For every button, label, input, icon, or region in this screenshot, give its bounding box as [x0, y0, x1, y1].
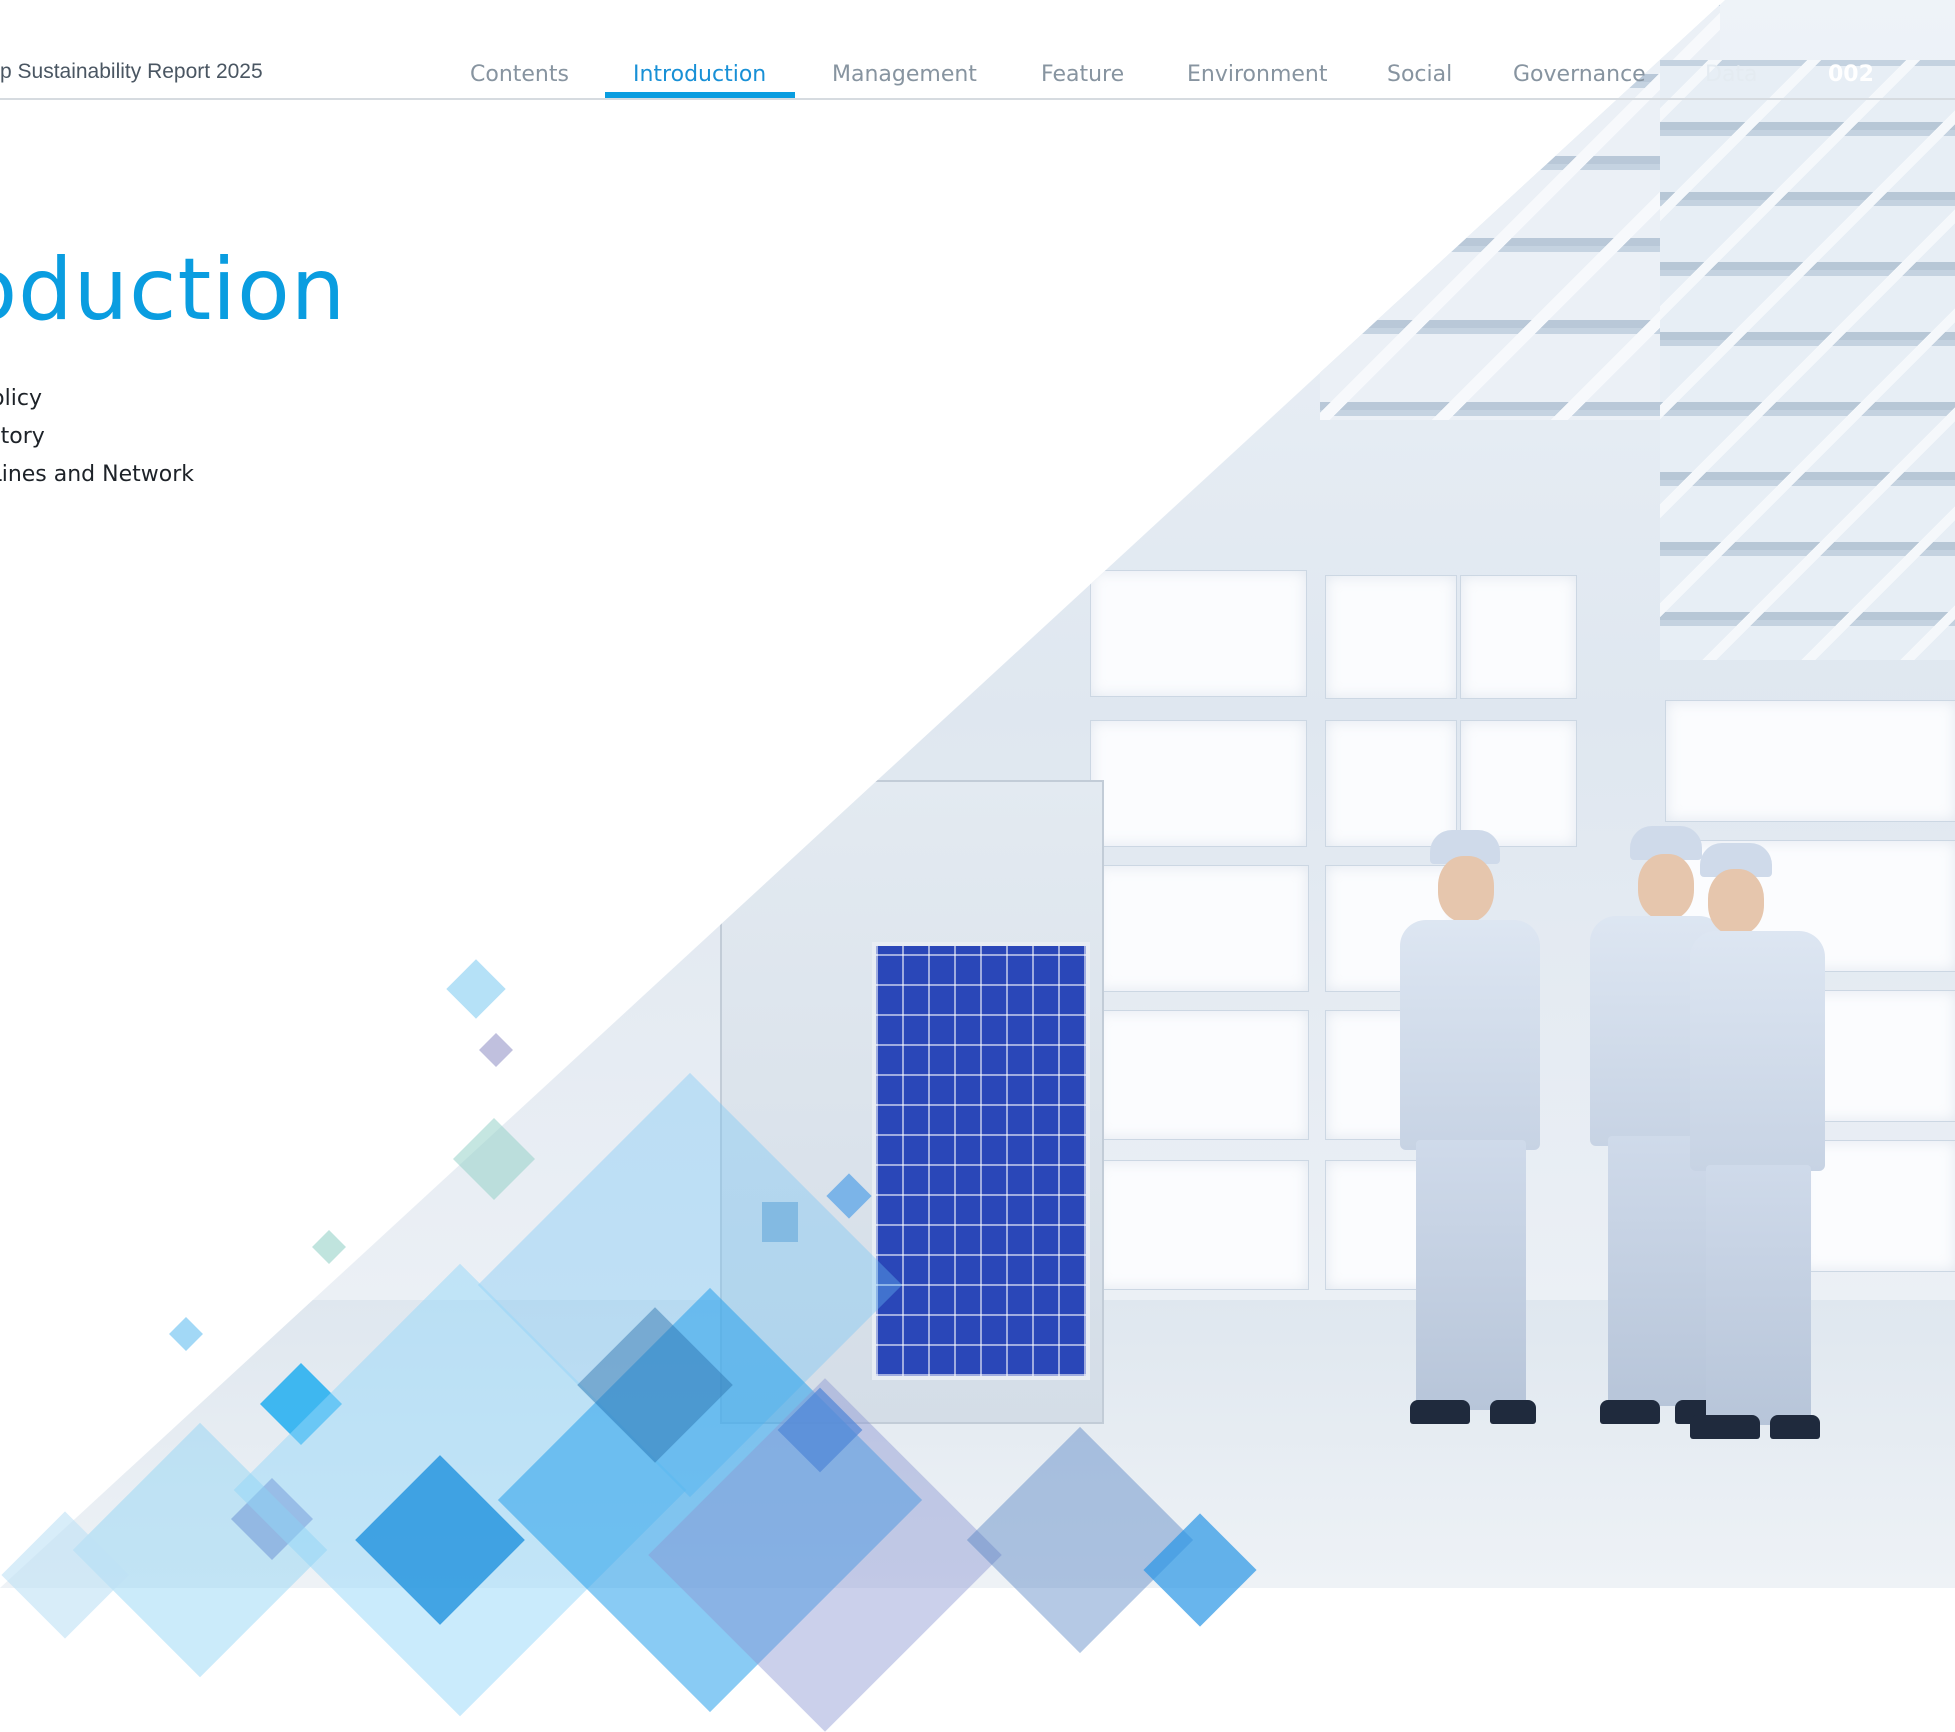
nav-tab-introduction[interactable]: Introduction: [633, 62, 766, 87]
nav-tab-contents[interactable]: Contents: [470, 62, 569, 87]
page-number: 002: [1828, 62, 1874, 87]
header-divider: [0, 98, 1955, 100]
nav-tab-data[interactable]: Data: [1705, 62, 1758, 87]
diamond-shape: [446, 959, 506, 1019]
wall-tile: [1095, 1010, 1309, 1140]
absorber-wall-right: [1660, 60, 1955, 660]
diamond-shape: [479, 1033, 513, 1067]
wall-tile: [1090, 720, 1307, 847]
toc-link-history[interactable]: e History: [0, 424, 45, 449]
toc-link-policy[interactable]: ial Policy: [0, 386, 42, 411]
hero-photo: [0, 0, 1955, 1588]
section-title: roduction: [0, 240, 347, 340]
nav-tab-environment[interactable]: Environment: [1187, 62, 1327, 87]
unit-grille: [872, 942, 1090, 1380]
wall-tile: [1665, 700, 1955, 822]
wall-tile: [1095, 865, 1309, 992]
worker-figure: [1380, 820, 1560, 1440]
top-navigation: p Sustainability Report 2025 Contents In…: [0, 0, 1955, 100]
wall-tile: [1095, 1160, 1309, 1290]
diamond-shape: [169, 1317, 203, 1351]
wall-tile: [1325, 575, 1457, 699]
nav-tab-social[interactable]: Social: [1387, 62, 1452, 87]
worker-figure: [1680, 835, 1840, 1455]
wall-tile: [1090, 570, 1307, 697]
report-title: p Sustainability Report 2025: [0, 60, 263, 83]
nav-tab-feature[interactable]: Feature: [1041, 62, 1124, 87]
nav-tab-governance[interactable]: Governance: [1513, 62, 1646, 87]
wall-tile: [1460, 575, 1577, 699]
diamond-shape: [312, 1230, 346, 1264]
toc-link-business-network[interactable]: ess Lines and Network: [0, 462, 194, 487]
nav-tab-management[interactable]: Management: [832, 62, 977, 87]
